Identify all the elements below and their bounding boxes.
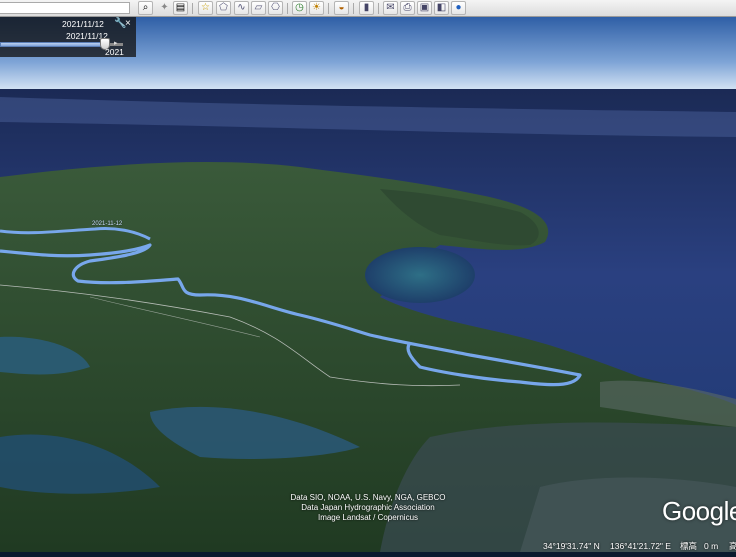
placemark-icon[interactable]: ☆ (198, 1, 213, 15)
chevron-right-icon[interactable]: ▸ (114, 39, 118, 47)
toolbar-divider (192, 3, 193, 14)
status-bar: 34°19'31.74" N 136°41'21.72" E 標高 0 m 高 (430, 540, 736, 552)
time-slider-panel: 2021/11/12 🔧 × 2021/11/12 ▸ 2021 (0, 17, 136, 57)
earth-3d-view[interactable]: 2021-11-12 (0, 17, 736, 552)
polygon-icon[interactable]: ⬠ (216, 1, 231, 15)
sidebar-toggle-icon[interactable]: ▤ (173, 1, 188, 15)
path-icon[interactable]: ∿ (234, 1, 249, 15)
overlay-icon[interactable]: ▱ (251, 1, 266, 15)
search-icon[interactable]: ⌕ (138, 1, 153, 15)
close-icon[interactable]: × (125, 18, 131, 29)
eye-altitude-label: 高 (729, 541, 736, 551)
time-slider-track[interactable] (0, 42, 105, 47)
maps-icon[interactable]: ◧ (434, 1, 449, 15)
attribution-line: Data SIO, NOAA, U.S. Navy, NGA, GEBCO (290, 493, 446, 502)
elevation-value: 0 m (704, 541, 719, 551)
earth-icon[interactable]: ● (451, 1, 466, 15)
elevation-label: 標高 (680, 541, 698, 551)
latitude-readout: 34°19'31.74" N (543, 541, 600, 551)
toolbar-divider (328, 3, 329, 14)
google-logo: Google (662, 496, 736, 526)
terrain-render (0, 17, 736, 552)
tour-icon[interactable]: ⎔ (268, 1, 283, 15)
sun-icon[interactable]: ✦ (157, 1, 172, 15)
sunlight-icon[interactable]: ☀ (309, 1, 324, 15)
ruler-icon[interactable]: ▮ (359, 1, 374, 15)
slider-start-date: 2021/11/12 (62, 19, 104, 29)
track-start-label[interactable]: 2021-11-12 (92, 221, 122, 227)
save-image-icon[interactable]: ▣ (417, 1, 432, 15)
toolbar-divider (353, 3, 354, 14)
slider-year-label: 2021 (105, 47, 124, 57)
print-icon[interactable]: ⎙ (400, 1, 415, 15)
search-input[interactable] (0, 2, 130, 14)
imagery-attribution: Data SIO, NOAA, U.S. Navy, NGA, GEBCO Da… (220, 493, 516, 523)
email-icon[interactable]: ✉ (383, 1, 398, 15)
toolbar-divider (287, 3, 288, 14)
toolbar-divider (378, 3, 379, 14)
planet-icon[interactable]: ◒ (334, 1, 349, 15)
attribution-line: Data Japan Hydrographic Association (301, 503, 435, 512)
attribution-line: Image Landsat / Copernicus (317, 513, 419, 522)
main-toolbar: ⌕ ✦ ▤ ☆ ⬠ ∿ ▱ ⎔ ◷ ☀ ◒ ▮ ✉ ⎙ ▣ ◧ ● (0, 0, 736, 17)
historical-imagery-icon[interactable]: ◷ (292, 1, 307, 15)
longitude-readout: 136°41'21.72" E (610, 541, 671, 551)
